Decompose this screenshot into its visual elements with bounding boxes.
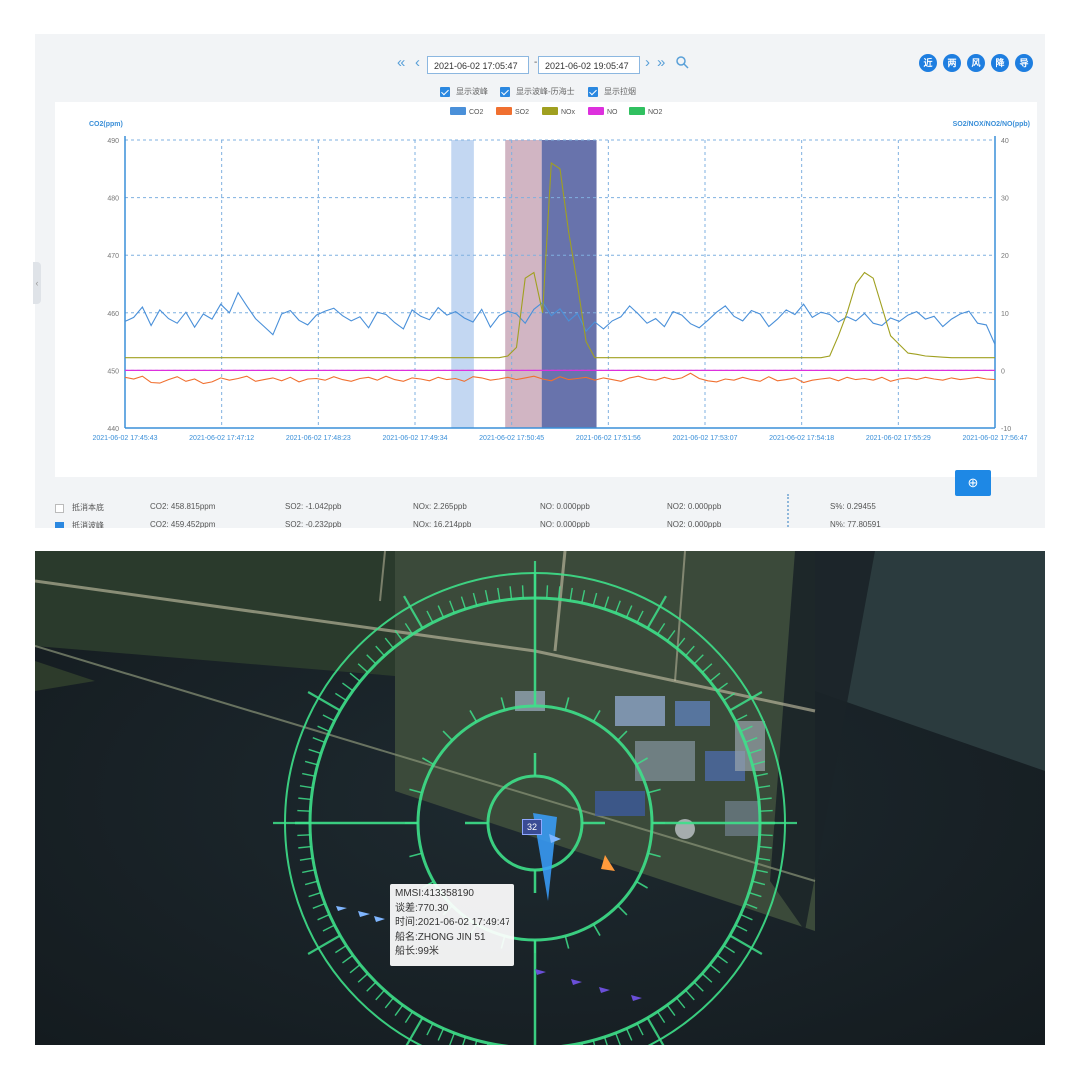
x-tick-label: 2021-06-02 17:56:47 [963,435,1028,442]
no-value: NO: 0.000ppb [540,502,590,511]
y-tick-left: 490 [107,138,119,145]
emission-line-chart: 440 450 460 470 480 490 -10 0 10 20 30 40 2021-06-02… [55,102,1037,477]
y-tick-left: 440 [107,426,119,433]
last-page-button[interactable]: » [657,55,665,70]
add-button[interactable]: ⊕ [955,470,991,496]
checkbox-label: 显示波峰 [456,87,488,96]
y-tick-left: 480 [107,196,119,203]
show-plume-checkbox[interactable]: 显示拉烟 [588,86,636,98]
distance-text: 谈差:770.30 [395,902,449,914]
radar-tick [297,834,311,837]
no-value: NO: 0.000ppb [540,520,590,528]
time-text: 时间:2021-06-02 17:49:47 [395,917,509,928]
legend-label[interactable]: NO2 [648,109,663,116]
x-tick-label: 2021-06-02 17:54:18 [769,435,834,442]
range-separator: - [534,57,538,68]
radar-tick [521,585,524,599]
wind-button[interactable]: 风 [967,54,985,72]
so2-value: SO2: -1.042ppb [285,502,342,511]
x-tick-label: 2021-06-02 17:48:23 [286,435,351,442]
y-tick-right: 40 [1001,138,1009,145]
export-button[interactable]: 导 [1015,54,1033,72]
show-peaks-checkbox[interactable]: 显示波峰 [440,86,488,98]
search-icon[interactable] [675,55,689,69]
so2-value: SO2: -0.232ppb [285,520,342,528]
time-range-toolbar: « ‹ 2021-06-02 17:05:47 - 2021-06-02 19:… [35,48,1045,78]
ship-info-tooltip: MMSI:413358190 谈差:770.30 时间:2021-06-02 1… [390,884,514,966]
x-tick-label: 2021-06-02 17:50:45 [479,435,544,442]
y-tick-right: 30 [1001,196,1009,203]
co2-value: CO2: 458.815ppm [150,502,216,511]
legend-swatch[interactable] [542,107,558,115]
background-checkbox[interactable] [55,504,64,513]
row-label: 抵消波峰 [72,521,104,528]
next-page-button[interactable]: › [645,55,650,70]
monitoring-panel: « ‹ 2021-06-02 17:05:47 - 2021-06-02 19:… [35,34,1045,528]
x-tick-label: 2021-06-02 17:49:34 [383,435,448,442]
first-page-button[interactable]: « [397,55,405,70]
legend-label[interactable]: CO2 [469,109,484,116]
peaks-checkbox[interactable] [55,522,64,528]
y-tick-right: 0 [1001,368,1005,375]
collapse-handle[interactable]: ‹ [33,262,41,304]
legend-label[interactable]: SO2 [515,109,529,116]
highlight-band [451,140,474,428]
x-tick-label: 2021-06-02 17:47:12 [189,435,254,442]
radar-tick [759,809,773,812]
ship-name-text: 船名:ZHONG JIN 51 [395,931,486,943]
nitrogen-percent: N%: 77.80591 [830,520,881,528]
checkbox-box[interactable] [500,86,510,97]
row-label: 抵消本底 [72,503,104,512]
y-tick-left: 450 [107,368,119,375]
co2-value: CO2: 459.452ppm [150,520,216,528]
start-time-input[interactable]: 2021-06-02 17:05:47 [427,56,529,74]
legend-label[interactable]: NO [607,109,618,116]
end-time-input[interactable]: 2021-06-02 19:05:47 [538,56,640,74]
satellite-map[interactable]: 32 MMSI:413358190 谈差:770.30 时间:2021-06-0… [35,551,1045,1045]
legend-swatch[interactable] [629,107,645,115]
checkbox-box[interactable] [440,86,450,97]
stats-table: 抵消本底 CO2: 458.815ppm SO2: -1.042ppb NOx:… [35,494,1045,528]
y-axis-label-left: CO2(ppm) [89,121,123,128]
legend-swatch[interactable] [450,107,466,115]
ship-id-badge[interactable]: 32 [522,819,542,835]
quick-button-1[interactable]: 近 [919,54,937,72]
sulfur-percent: S%: 0.29455 [830,502,876,511]
map-svg [35,551,1045,1045]
quick-button-4[interactable]: 降 [991,54,1009,72]
chart-svg: 440 450 460 470 480 490 -10 0 10 20 30 40 2021-06-02… [89,107,1030,442]
x-tick-label: 2021-06-02 17:51:56 [576,435,641,442]
stats-divider [787,494,789,528]
y-tick-left: 470 [107,253,119,260]
ship-length-text: 船长:99米 [395,946,439,957]
nox-value: NOx: 16.214ppb [413,520,472,528]
radar-tick [546,585,549,599]
checkbox-label: 显示波峰-历海士 [516,87,575,96]
display-options: 显示波峰 显示波峰-历海士 显示拉烟 [35,84,1045,100]
y-tick-right: -10 [1001,426,1011,433]
no2-value: NO2: 0.000ppb [667,502,722,511]
y-tick-right: 20 [1001,253,1009,260]
y-tick-left: 460 [107,311,119,318]
mmsi-text: MMSI:413358190 [395,888,474,899]
radar-tick [759,834,773,837]
stats-row-background: 抵消本底 CO2: 458.815ppm SO2: -1.042ppb NOx:… [35,502,1045,516]
quick-button-2[interactable]: 两 [943,54,961,72]
prev-page-button[interactable]: ‹ [415,55,420,70]
y-axis-label-right: SO2/NOX/NO2/NO(ppb) [953,121,1030,128]
x-tick-label: 2021-06-02 17:45:43 [93,435,158,442]
no2-value: NO2: 0.000ppb [667,520,722,528]
stats-row-peaks: 抵消波峰 CO2: 459.452ppm SO2: -0.232ppb NOx:… [35,520,1045,528]
nox-value: NOx: 2.265ppb [413,502,467,511]
checkbox-box[interactable] [588,86,598,97]
y-tick-right: 10 [1001,311,1009,318]
x-tick-label: 2021-06-02 17:53:07 [673,435,738,442]
checkbox-label: 显示拉烟 [604,87,636,96]
x-tick-label: 2021-06-02 17:55:29 [866,435,931,442]
legend-swatch[interactable] [588,107,604,115]
show-peaks-filtered-checkbox[interactable]: 显示波峰-历海士 [500,86,575,98]
legend-swatch[interactable] [496,107,512,115]
legend-label[interactable]: NOx [561,109,576,116]
radar-tick [297,809,311,812]
